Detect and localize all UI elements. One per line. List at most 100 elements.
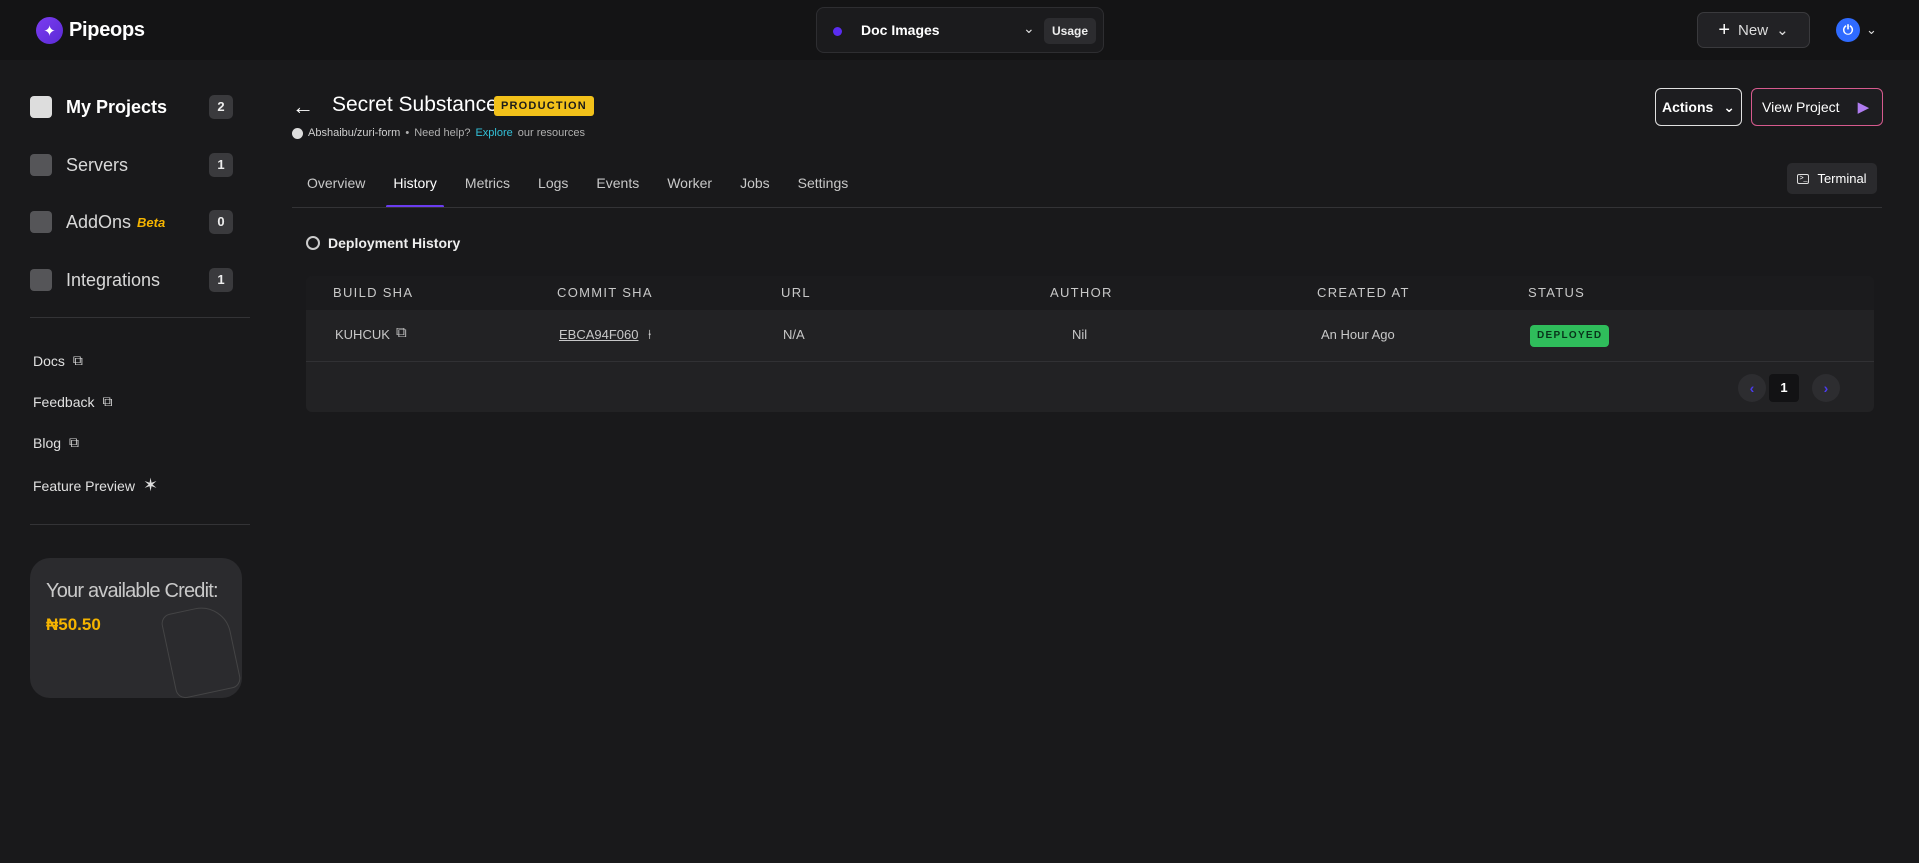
commit-icon: ⍿ xyxy=(648,327,652,342)
sidebar-item-my-projects[interactable]: My Projects 2 xyxy=(30,92,233,122)
history-icon xyxy=(306,236,320,250)
plus-icon: + xyxy=(1718,18,1731,41)
column-header: CREATED AT xyxy=(1317,285,1410,300)
repo-line: Abshaibu/zuri-form • Need help? Explore … xyxy=(292,127,585,139)
sidebar-item-servers[interactable]: Servers 1 xyxy=(30,150,233,180)
tab-jobs[interactable]: Jobs xyxy=(733,162,777,208)
plug-icon xyxy=(30,211,52,233)
terminal-label: Terminal xyxy=(1817,171,1867,186)
current-page[interactable]: 1 xyxy=(1769,374,1799,402)
tab-logs[interactable]: Logs xyxy=(531,162,575,208)
sidebar-item-addons[interactable]: AddOns Beta 0 xyxy=(30,207,233,237)
link-label: Feedback xyxy=(33,393,95,410)
column-header: BUILD SHA xyxy=(333,285,414,300)
external-link-icon: ⧉ xyxy=(69,434,80,450)
tabs-divider xyxy=(292,207,1882,208)
user-menu[interactable]: ⏻ ⌄ xyxy=(1836,18,1877,42)
actions-label: Actions xyxy=(1661,99,1714,115)
table-row[interactable]: KUHCUK ⧉ EBCA94F060 ⍿ N/A Nil An Hour Ag… xyxy=(306,310,1874,362)
column-header: STATUS xyxy=(1528,285,1586,300)
usage-button[interactable]: Usage xyxy=(1044,18,1097,44)
chevron-left-icon[interactable]: ‹ xyxy=(1738,374,1766,402)
page-title: Secret Substance xyxy=(332,93,498,116)
power-icon: ⏻ xyxy=(1836,18,1860,42)
actions-button[interactable]: Actions ⌄ xyxy=(1655,88,1742,126)
help-suffix: our resources xyxy=(517,127,586,139)
section-title-text: Deployment History xyxy=(328,235,461,251)
chevron-down-icon: ⌄ xyxy=(1776,22,1789,39)
terminal-button[interactable]: >_ Terminal xyxy=(1787,163,1877,194)
status-badge: DEPLOYED xyxy=(1530,325,1610,347)
project-switcher[interactable]: Doc Images ⌄ Usage xyxy=(816,7,1104,53)
build-sha: KUHCUK xyxy=(335,327,390,342)
back-arrow-icon[interactable]: ← xyxy=(292,94,314,120)
count-badge: 2 xyxy=(209,95,233,119)
tab-history[interactable]: History xyxy=(386,162,444,208)
file-icon xyxy=(30,96,52,118)
sidebar-divider xyxy=(30,317,250,318)
credit-amount: ₦50.50 xyxy=(46,615,101,634)
table-header: BUILD SHA COMMIT SHA URL AUTHOR CREATED … xyxy=(306,276,1874,310)
sidebar-item-label: Integrations xyxy=(66,269,161,290)
count-badge: 1 xyxy=(209,268,233,292)
separator-dot: • xyxy=(405,127,410,139)
blog-link[interactable]: Blog ⧉ xyxy=(33,434,79,451)
tab-bar: Overview History Metrics Logs Events Wor… xyxy=(300,162,869,208)
commit-sha-link[interactable]: EBCA94F060 xyxy=(559,327,639,342)
external-link-icon: ⧉ xyxy=(72,352,83,368)
external-link-icon[interactable]: ⧉ xyxy=(396,324,407,341)
beta-badge: Beta xyxy=(137,214,166,230)
chevron-down-icon[interactable]: ⌄ xyxy=(1023,20,1035,37)
sidebar-item-label: Servers xyxy=(66,154,129,175)
chevron-down-icon: ⌄ xyxy=(1866,22,1877,37)
server-icon xyxy=(30,154,52,176)
credit-title: Your available Credit: xyxy=(46,580,219,602)
repo-name[interactable]: Abshaibu/zuri-form xyxy=(308,127,400,139)
sidebar-item-label: My Projects xyxy=(66,96,168,117)
github-icon xyxy=(292,127,303,139)
tab-metrics[interactable]: Metrics xyxy=(458,162,517,208)
explore-link[interactable]: Explore xyxy=(475,127,512,139)
sidebar-item-integrations[interactable]: Integrations 1 xyxy=(30,265,233,295)
link-label: Feature Preview xyxy=(33,477,135,494)
brand-name: Pipeops xyxy=(69,19,145,41)
environment-badge: PRODUCTION xyxy=(494,96,594,116)
view-project-label: View Project xyxy=(1762,99,1840,115)
tab-worker[interactable]: Worker xyxy=(660,162,719,208)
sparkle-icon: ✶ xyxy=(142,475,159,495)
tab-settings[interactable]: Settings xyxy=(791,162,856,208)
top-bar: ✦ Pipeops Doc Images ⌄ Usage + New ⌄ ⏻ ⌄ xyxy=(0,0,1919,60)
sidebar-divider xyxy=(30,524,250,525)
tab-overview[interactable]: Overview xyxy=(300,162,372,208)
tab-events[interactable]: Events xyxy=(589,162,646,208)
feature-preview-link[interactable]: Feature Preview ✶ xyxy=(33,475,158,496)
deploy-url: N/A xyxy=(783,327,805,342)
created-at: An Hour Ago xyxy=(1321,327,1395,342)
link-label: Docs xyxy=(33,352,65,369)
chevron-right-icon[interactable]: › xyxy=(1812,374,1840,402)
sidebar: My Projects 2 Servers 1 AddOns Beta 0 In… xyxy=(0,60,250,863)
rocket-icon: ✦ xyxy=(36,17,63,44)
brand-logo[interactable]: ✦ Pipeops xyxy=(36,17,145,44)
chevron-down-icon: ⌄ xyxy=(1723,98,1736,115)
view-project-button[interactable]: View Project ▶ xyxy=(1751,88,1883,126)
column-header: COMMIT SHA xyxy=(557,285,653,300)
sidebar-item-label: AddOns xyxy=(66,211,132,232)
project-switcher-name: Doc Images xyxy=(861,22,940,38)
link-label: Blog xyxy=(33,434,62,451)
count-badge: 1 xyxy=(209,153,233,177)
column-header: URL xyxy=(781,285,811,300)
new-button[interactable]: + New ⌄ xyxy=(1697,12,1810,48)
section-title: Deployment History xyxy=(306,235,460,251)
new-button-label: New xyxy=(1738,21,1769,39)
docs-link[interactable]: Docs ⧉ xyxy=(33,352,83,369)
feedback-link[interactable]: Feedback ⧉ xyxy=(33,393,112,410)
help-prefix: Need help? xyxy=(414,127,471,139)
puzzle-icon xyxy=(30,269,52,291)
play-icon: ▶ xyxy=(1857,99,1870,116)
terminal-icon: >_ xyxy=(1797,173,1810,184)
credit-card: Your available Credit: ₦50.50 xyxy=(30,558,243,700)
project-status-dot xyxy=(833,27,842,36)
deployment-history-table: BUILD SHA COMMIT SHA URL AUTHOR CREATED … xyxy=(306,276,1874,412)
column-header: AUTHOR xyxy=(1050,285,1113,300)
